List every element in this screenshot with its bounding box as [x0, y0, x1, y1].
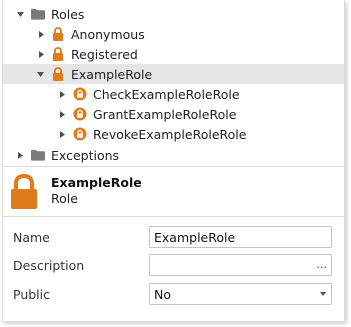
tree-item-label: RevokeExampleRoleRole: [93, 126, 247, 142]
chevron-down-icon[interactable]: [320, 292, 326, 296]
public-select-value: No: [154, 287, 171, 302]
public-label: Public: [13, 287, 50, 302]
chevron-right-icon[interactable]: [57, 109, 67, 119]
tree-item-revoke-example-role-role[interactable]: RevokeExampleRoleRole: [3, 124, 344, 144]
tree-item-label: GrantExampleRoleRole: [93, 106, 237, 122]
chevron-right-icon[interactable]: [15, 150, 25, 160]
description-label: Description: [13, 258, 85, 273]
tree-item-label: ExampleRole: [71, 66, 153, 82]
tree-item-label: Registered: [71, 46, 138, 62]
chevron-right-icon[interactable]: [36, 49, 46, 59]
tree-item-example-role[interactable]: ExampleRole: [3, 64, 344, 84]
description-field[interactable]: ...: [149, 254, 332, 276]
lock-icon: [73, 127, 87, 141]
tree-item-roles[interactable]: Roles: [3, 4, 344, 24]
name-field[interactable]: ExampleRole: [149, 226, 332, 248]
tree-item-label: CheckExampleRoleRole: [93, 86, 240, 102]
role-panel: Roles Anonymous Registered ExampleRole C…: [2, 0, 345, 322]
lock-icon: [51, 67, 65, 81]
divider: [3, 166, 344, 167]
chevron-right-icon[interactable]: [57, 89, 67, 99]
tree-item-grant-example-role-role[interactable]: GrantExampleRoleRole: [3, 104, 344, 124]
tree-item-exceptions[interactable]: Exceptions: [3, 145, 344, 165]
tree-item-label: Anonymous: [71, 26, 145, 42]
lock-icon: [73, 107, 87, 121]
chevron-down-icon[interactable]: [15, 9, 25, 19]
lock-icon: [9, 173, 41, 212]
folder-icon: [31, 148, 45, 162]
lock-icon: [73, 87, 87, 101]
chevron-right-icon[interactable]: [36, 29, 46, 39]
ellipsis-button[interactable]: ...: [317, 258, 328, 271]
name-label: Name: [13, 230, 50, 245]
entity-title: ExampleRole: [51, 175, 142, 190]
public-select[interactable]: No: [149, 283, 332, 305]
folder-icon: [31, 7, 45, 21]
tree-item-anonymous[interactable]: Anonymous: [3, 24, 344, 44]
tree-item-check-example-role-role[interactable]: CheckExampleRoleRole: [3, 84, 344, 104]
tree-item-label: Roles: [51, 6, 85, 22]
tree-item-registered[interactable]: Registered: [3, 44, 344, 64]
chevron-right-icon[interactable]: [57, 129, 67, 139]
tree-item-label: Exceptions: [51, 147, 120, 163]
tree-view: Roles Anonymous Registered ExampleRole C…: [3, 0, 344, 165]
name-field-value: ExampleRole: [154, 230, 236, 245]
entity-type: Role: [51, 191, 78, 206]
chevron-down-icon[interactable]: [35, 69, 45, 79]
divider: [3, 216, 344, 217]
lock-icon: [51, 47, 65, 61]
lock-icon: [51, 27, 65, 41]
